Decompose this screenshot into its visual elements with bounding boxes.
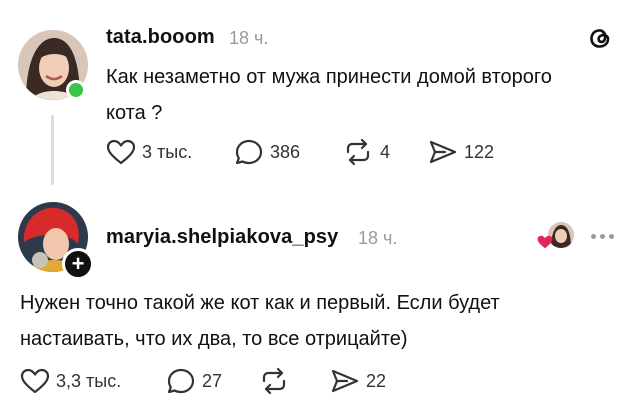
post-share-count: 122	[464, 141, 495, 162]
plus-icon: +	[71, 251, 85, 276]
reply-comment-count: 27	[202, 370, 223, 391]
reply-repost-button[interactable]	[258, 367, 290, 395]
post-timestamp: 18 ч.	[229, 28, 269, 48]
post-like-count: 3 тыс.	[142, 141, 193, 162]
heart-icon	[20, 368, 50, 394]
reply-share-count: 22	[366, 370, 387, 391]
liked-by-author-indicator	[534, 222, 576, 252]
post-author-username[interactable]: tata.booom	[106, 26, 215, 49]
more-icon	[591, 234, 596, 239]
comment-icon	[167, 368, 195, 394]
reply-text-line-2: настаивать, что их два, то все отрицайте…	[20, 328, 408, 350]
share-icon	[429, 140, 457, 164]
reply-timestamp: 18 ч.	[358, 228, 398, 248]
thread-connector-line	[51, 115, 54, 185]
reply-text: Нужен точно такой же кот как и первый. Е…	[20, 285, 620, 357]
post-text: Как незаметно от мужа принести домой вто…	[106, 59, 626, 131]
reply-text-line-1: Нужен точно такой же кот как и первый. Е…	[20, 292, 500, 314]
comment-icon	[235, 139, 263, 165]
reply-like-button[interactable]: 3,3 тыс.	[20, 367, 121, 395]
post-text-line-1: Как незаметно от мужа принести домой вто…	[106, 66, 552, 88]
threads-logo-icon[interactable]	[586, 24, 614, 52]
share-icon	[331, 369, 359, 393]
heart-icon	[537, 235, 553, 249]
post-like-button[interactable]: 3 тыс.	[106, 138, 192, 166]
post-comment-count: 386	[270, 141, 301, 162]
repost-icon	[262, 367, 286, 395]
more-options-button[interactable]	[591, 234, 614, 239]
post-repost-button[interactable]: 4	[342, 138, 390, 166]
heart-icon	[106, 139, 136, 165]
post-text-line-2: кота ?	[106, 102, 163, 124]
post-comment-button[interactable]: 386	[234, 138, 300, 166]
reply-like-count: 3,3 тыс.	[56, 370, 122, 391]
follow-plus-button[interactable]: +	[62, 248, 94, 280]
reply-author-username[interactable]: maryia.shelpiakova_psy	[106, 226, 338, 249]
post-repost-count: 4	[380, 141, 391, 162]
post-share-button[interactable]: 122	[428, 138, 494, 166]
repost-icon	[346, 138, 370, 166]
reply-share-button[interactable]: 22	[330, 367, 386, 395]
reply-comment-button[interactable]: 27	[166, 367, 222, 395]
online-status-dot	[66, 80, 86, 100]
